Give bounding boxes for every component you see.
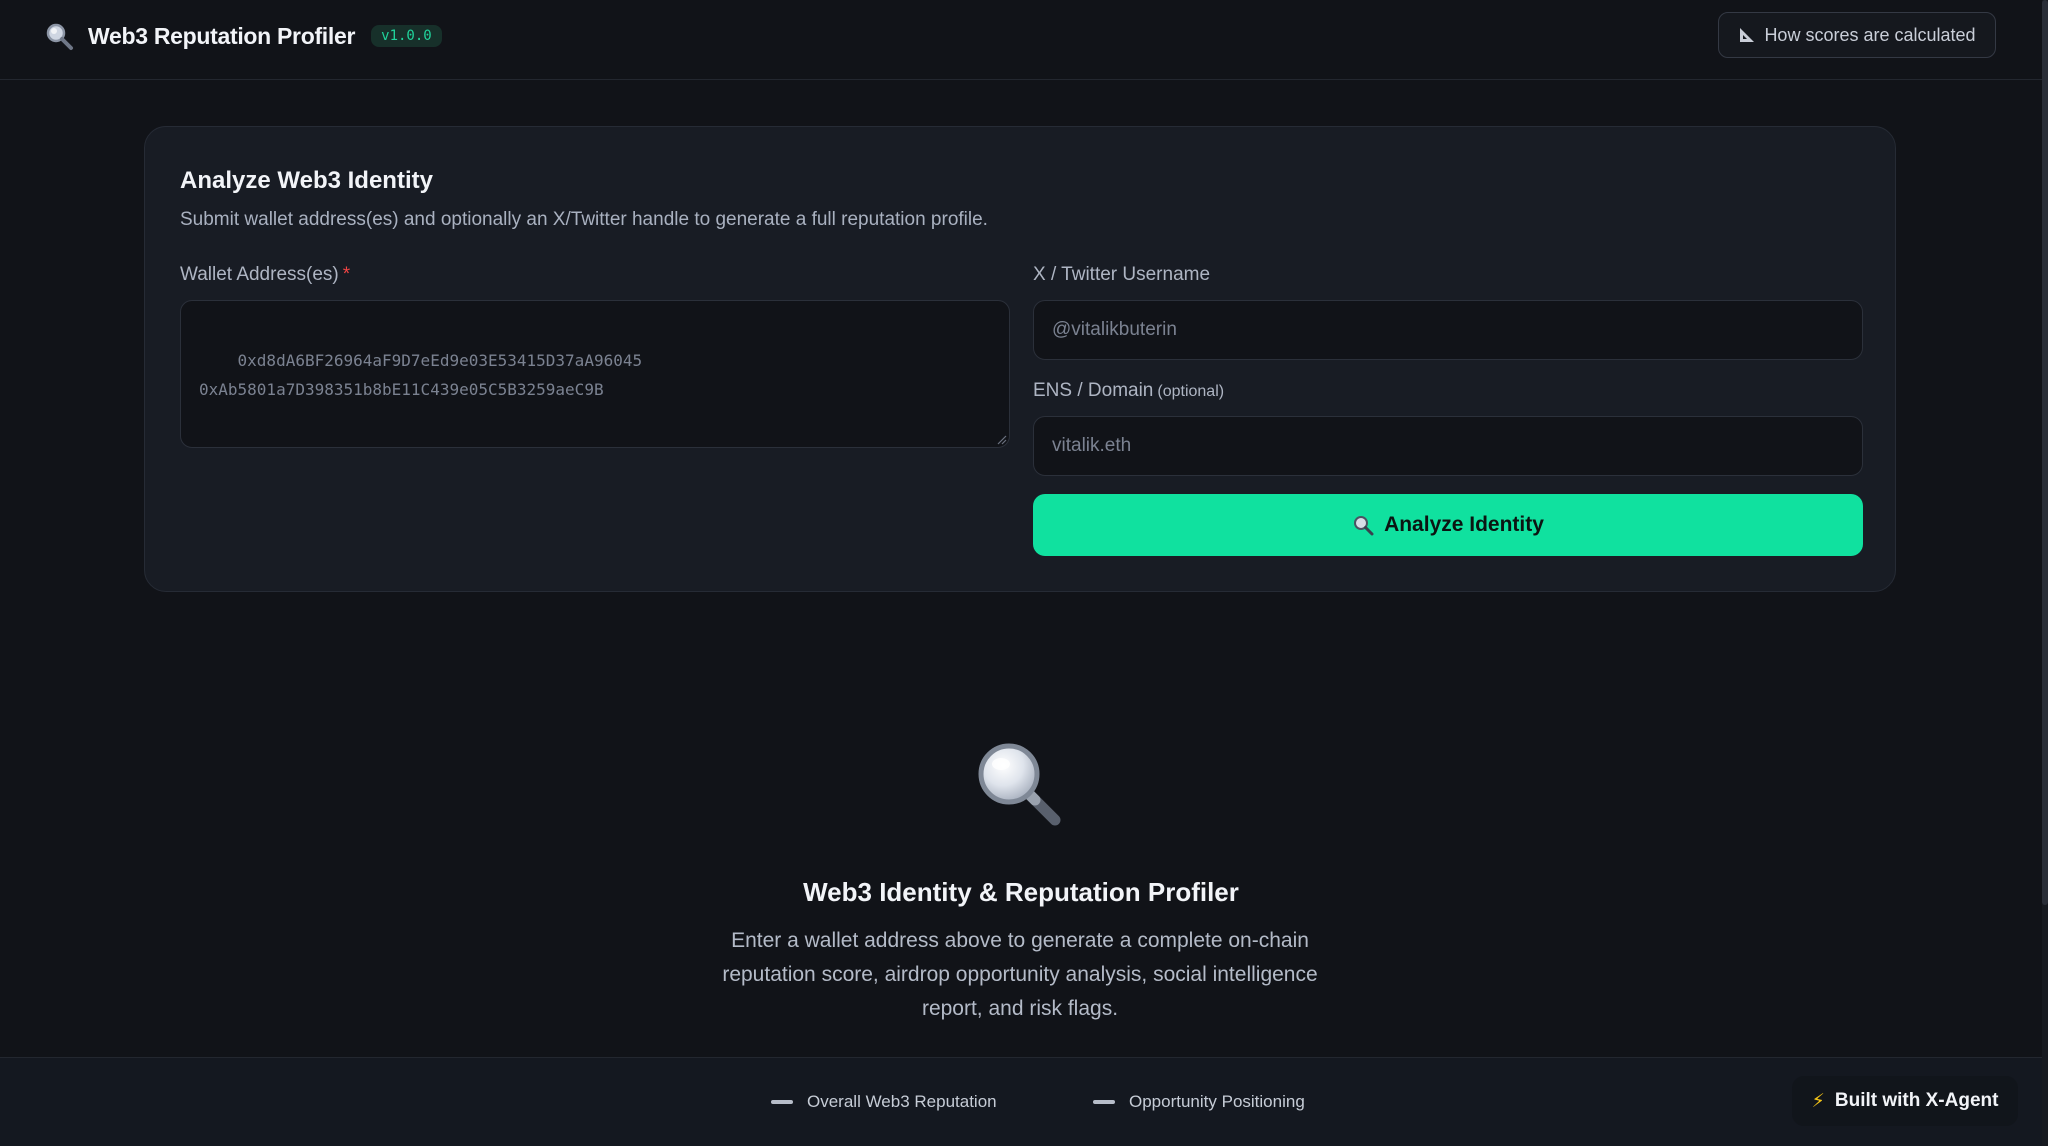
twitter-placeholder: @vitalikbuterin — [1052, 319, 1177, 340]
required-mark: * — [342, 264, 351, 285]
card-title: Analyze Web3 Identity — [180, 167, 433, 194]
page-scrollbar-thumb[interactable] — [2042, 0, 2048, 905]
wallet-label-text: Wallet Address(es) — [180, 264, 339, 285]
metric-label: Overall Web3 Reputation — [807, 1092, 997, 1111]
ens-label: ENS / Domain (optional) — [1033, 380, 1224, 402]
ens-placeholder: vitalik.eth — [1052, 435, 1132, 456]
magnifier-icon — [978, 743, 1061, 826]
top-header: Web3 Reputation Profiler v1.0.0 How scor… — [0, 0, 2042, 80]
metric-opportunity-positioning: Opportunity Positioning — [1093, 1092, 1305, 1112]
bottom-bar: Overall Web3 Reputation Opportunity Posi… — [0, 1057, 2042, 1146]
ruler-triangle-icon — [1740, 28, 1755, 42]
magnifier-icon — [46, 23, 73, 50]
app-title: Web3 Reputation Profiler — [88, 22, 356, 49]
built-with-badge[interactable]: ⚡ Built with X-Agent — [1792, 1076, 2018, 1126]
analyze-card: Analyze Web3 Identity Submit wallet addr… — [144, 126, 1896, 592]
ens-domain-input[interactable]: vitalik.eth — [1033, 416, 1863, 476]
magnifier-icon — [1354, 516, 1374, 536]
wallet-address-textarea[interactable]: 0xd8dA6BF26964aF9D7eEd9e03E53415D37aA960… — [180, 300, 1010, 448]
card-subtitle: Submit wallet address(es) and optionally… — [180, 209, 988, 230]
version-badge: v1.0.0 — [371, 25, 442, 47]
built-with-label: Built with X-Agent — [1834, 1090, 1999, 1111]
metric-label: Opportunity Positioning — [1129, 1092, 1305, 1111]
resize-grip-icon[interactable] — [995, 433, 1007, 445]
optional-note: (optional) — [1157, 383, 1225, 400]
how-scores-label: How scores are calculated — [1764, 24, 1976, 45]
analyze-identity-button[interactable]: Analyze Identity — [1033, 494, 1863, 556]
how-scores-button[interactable]: How scores are calculated — [1718, 12, 1996, 58]
wallet-placeholder: 0xd8dA6BF26964aF9D7eEd9e03E53415D37aA960… — [199, 351, 643, 399]
twitter-label: X / Twitter Username — [1033, 264, 1211, 285]
twitter-username-input[interactable]: @vitalikbuterin — [1033, 300, 1863, 360]
lightning-icon: ⚡ — [1811, 1090, 1825, 1112]
empty-state-title: Web3 Identity & Reputation Profiler — [803, 877, 1239, 907]
metric-overall-reputation: Overall Web3 Reputation — [771, 1092, 997, 1112]
ens-label-text: ENS / Domain — [1033, 380, 1154, 401]
empty-state-description: Enter a wallet address above to generate… — [722, 929, 1318, 1020]
dash-icon — [1093, 1100, 1115, 1104]
brand: Web3 Reputation Profiler v1.0.0 — [44, 18, 442, 54]
wallet-label: Wallet Address(es) * — [180, 264, 350, 286]
analyze-button-label: Analyze Identity — [1384, 513, 1544, 536]
dash-icon — [771, 1100, 793, 1104]
